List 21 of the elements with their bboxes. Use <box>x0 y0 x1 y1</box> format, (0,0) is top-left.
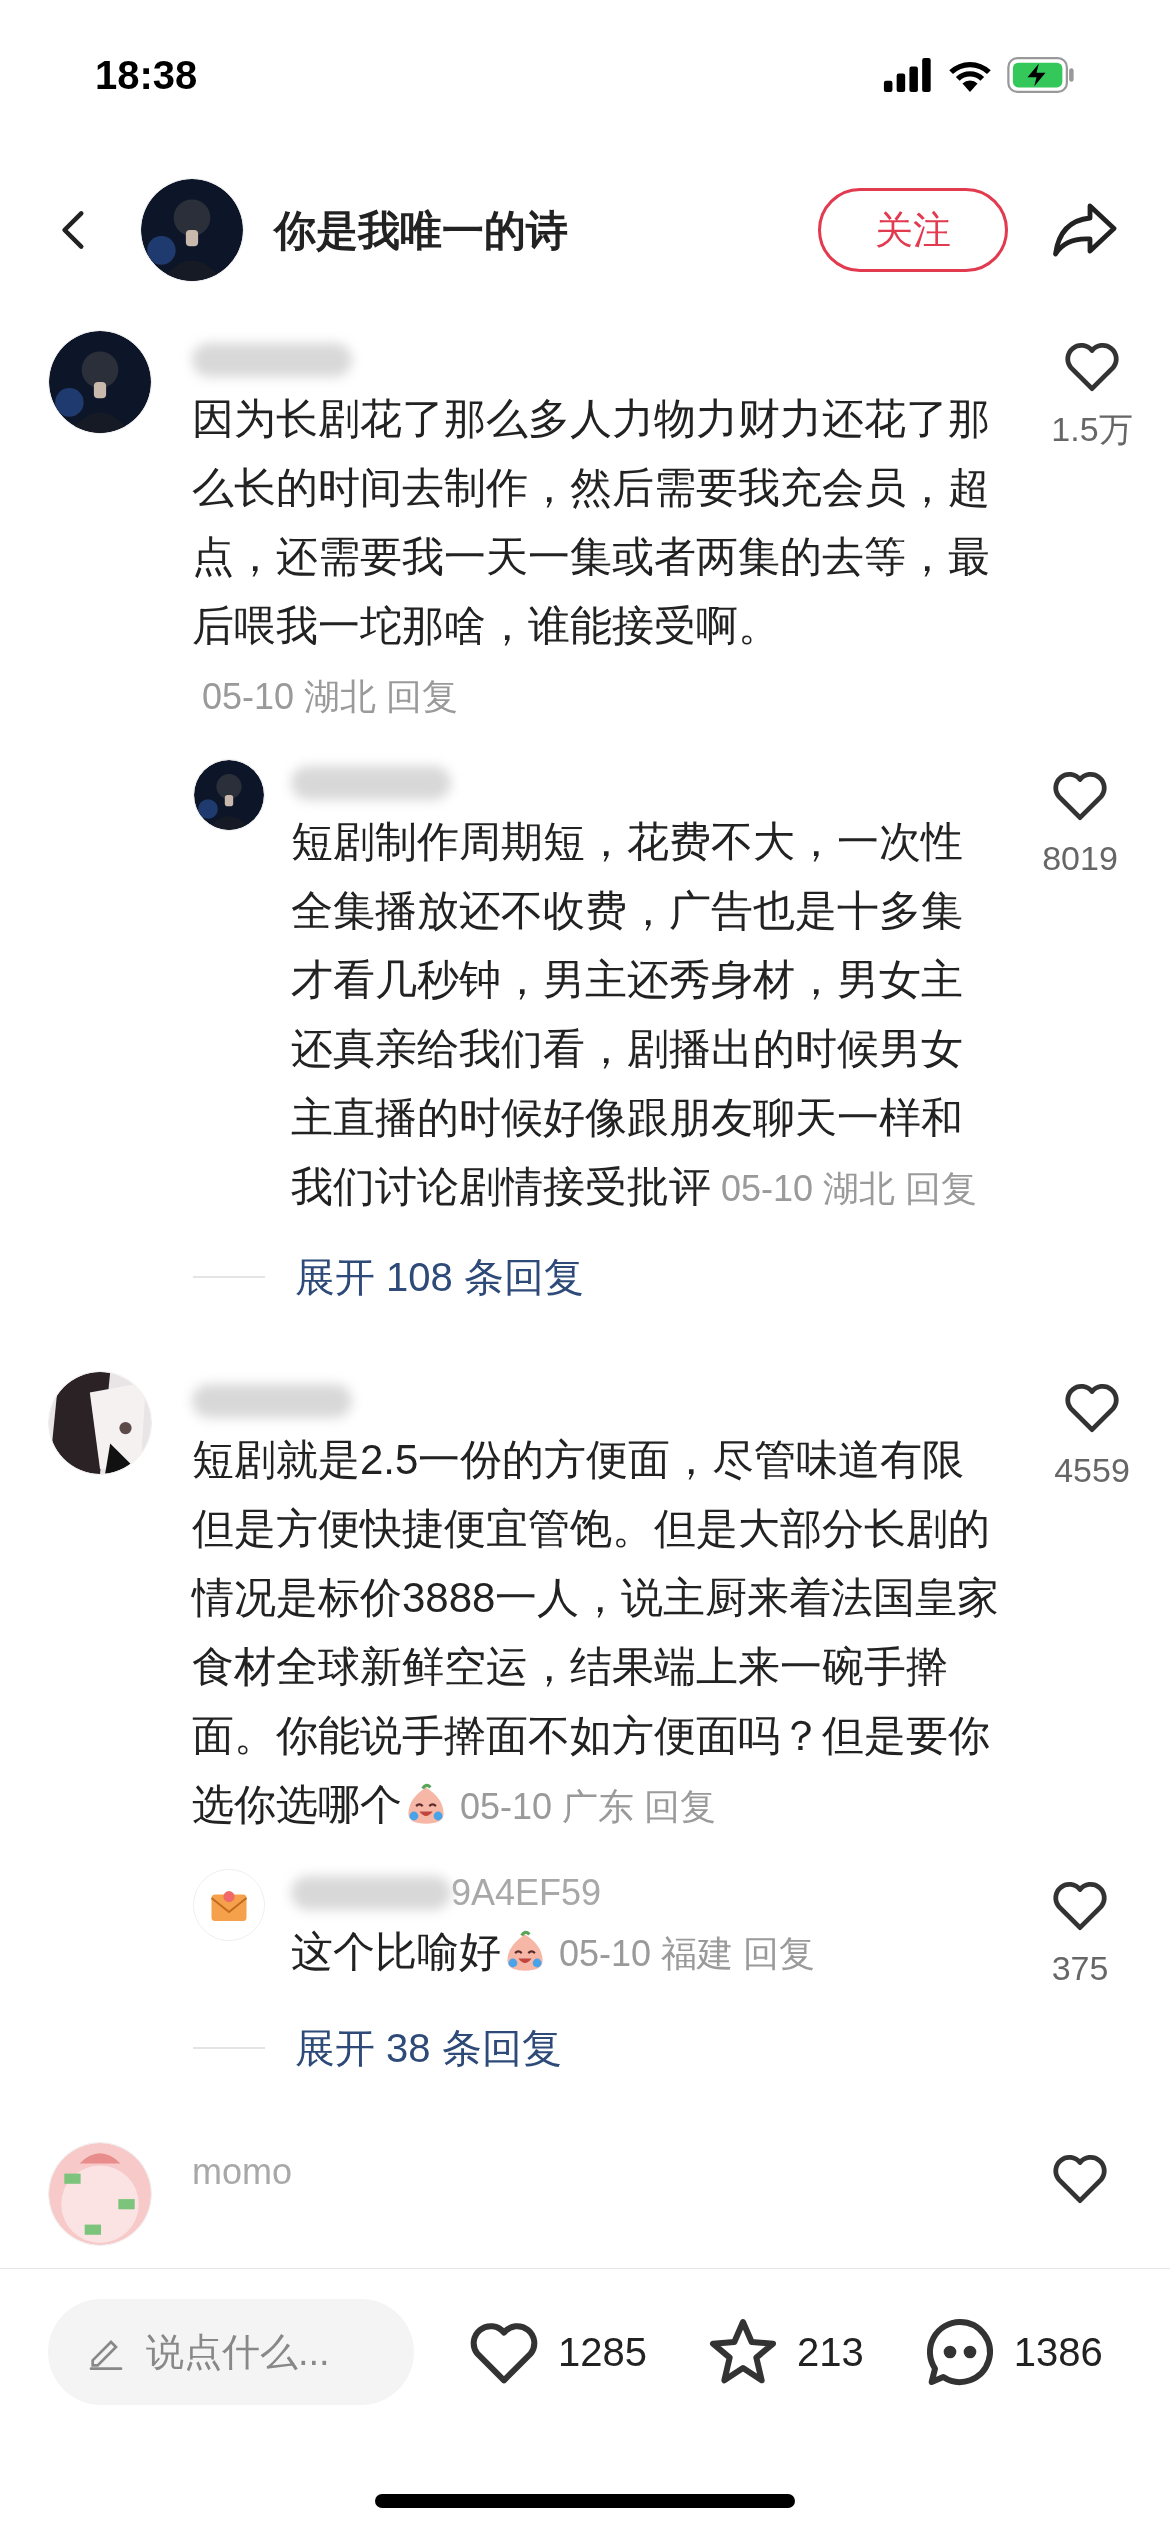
status-time: 18:38 <box>95 52 198 99</box>
commenter-name: 9A4EF59 <box>451 1875 602 1911</box>
input-placeholder: 说点什么... <box>146 2329 330 2375</box>
signal-icon <box>883 58 933 92</box>
comment-text: 短剧制作周期短，花费不大，一次性全集播放还不收费，广告也是十多集才看几秒钟，男主还秀身材，男女主还真亲给我们看，剧播出的时候男女主直播的时候好像跟朋友聊天一样和我们讨论剧情接受批评 05-10 湖北 回复 <box>291 817 979 1212</box>
like-count: 4559 <box>1054 1450 1130 1491</box>
commenter-name: momo <box>192 2154 293 2190</box>
header-title: 你是我唯一的诗 <box>274 205 569 256</box>
comment-text: 这个比喻好 05-10 福建 回复 <box>291 1927 817 1977</box>
like-count: 375 <box>1051 1948 1109 1989</box>
like-count: 1.5万 <box>1051 409 1133 450</box>
comment-text: 因为长剧花了那么多人力物力财力还花了那么长的时间去制作，然后需要我充会员，超点，还需要我一天一集或者两集的去等，最后喂我一坨那啥，谁能接受啊。 05-10 湖北 回复 <box>192 394 991 719</box>
comment-total: 1386 <box>1013 2329 1103 2376</box>
comment-text: 短剧就是2.5一份的方便面，尽管味道有限但是方便快捷便宜管饱。但是大部分长剧的情况是标价3888一人，说主厨来着法国皇家食材全球新鲜空运，结果端上来一碗手擀面。你能说手擀面不如方便面吗？但是要你选你选哪个 05-10 广东 回复 <box>192 1435 1001 1830</box>
expand-replies-link[interactable]: 展开 38 条回复 <box>295 2018 562 2078</box>
favorite-total: 213 <box>797 2329 864 2376</box>
like-total: 1285 <box>558 2329 647 2376</box>
like-count: 8019 <box>1042 838 1118 879</box>
expand-replies-link[interactable]: 展开 108 条回复 <box>295 1247 584 1307</box>
follow-button[interactable]: 关注 <box>818 188 1008 272</box>
battery-charging-icon <box>1007 57 1075 93</box>
